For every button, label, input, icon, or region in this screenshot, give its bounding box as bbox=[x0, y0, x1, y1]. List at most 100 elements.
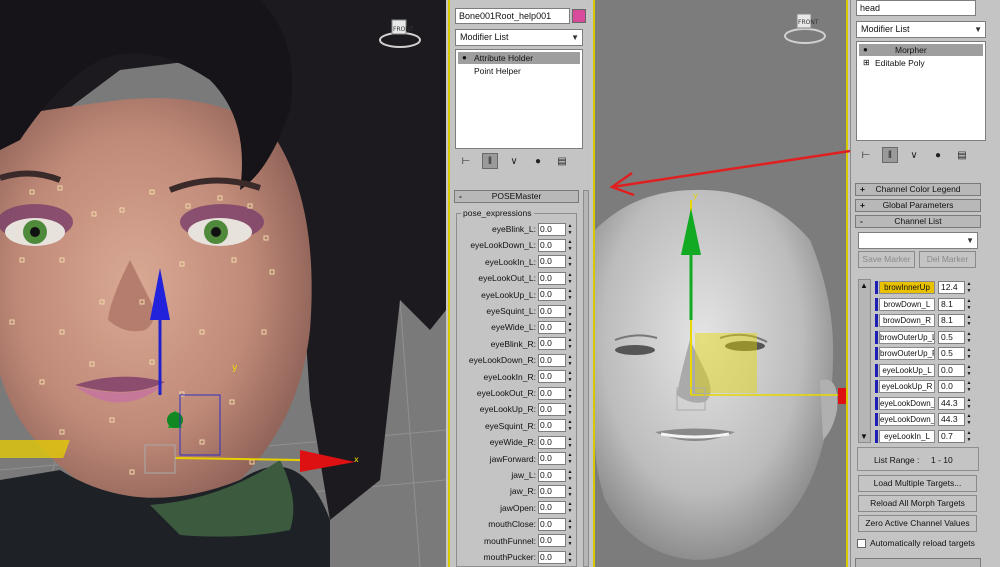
spinner-icon[interactable]: ▲ ▼ bbox=[965, 347, 973, 360]
spinner-icon[interactable]: ▲ ▼ bbox=[965, 331, 973, 344]
spinner-icon[interactable]: ▲ ▼ bbox=[965, 364, 973, 377]
channel-value-field[interactable]: 0.0 bbox=[938, 380, 965, 393]
param-value-field[interactable]: 0.0 bbox=[538, 353, 566, 367]
del-marker-button[interactable]: Del Marker bbox=[919, 251, 976, 268]
channel-button[interactable]: eyeLookDown_L bbox=[879, 396, 935, 410]
expand-icon[interactable]: ⊞ bbox=[863, 57, 870, 69]
channel-button[interactable]: browOuterUp_L bbox=[879, 330, 935, 344]
channel-button[interactable]: browDown_L bbox=[879, 297, 935, 311]
make-unique-icon[interactable]: ∨ bbox=[906, 147, 922, 163]
param-value-field[interactable]: 0.0 bbox=[538, 534, 566, 548]
save-marker-button[interactable]: Save Marker bbox=[858, 251, 915, 268]
param-value-field[interactable]: 0.0 bbox=[538, 517, 566, 531]
spinner-icon[interactable]: ▲ ▼ bbox=[965, 430, 973, 443]
rollout-channel-color-legend[interactable]: + Channel Color Legend bbox=[855, 183, 981, 196]
spinner-icon[interactable]: ▲ ▼ bbox=[965, 298, 973, 311]
rollout-partial[interactable] bbox=[855, 558, 981, 567]
channel-value-field[interactable]: 0.0 bbox=[938, 363, 965, 377]
spinner-icon[interactable]: ▲ ▼ bbox=[566, 403, 574, 416]
param-value-field[interactable]: 0.0 bbox=[538, 304, 566, 318]
channel-scrollbar[interactable]: ▲ ▼ bbox=[858, 279, 871, 443]
channel-value-field[interactable]: 8.1 bbox=[938, 297, 965, 311]
param-value-field[interactable]: 0.0 bbox=[538, 337, 566, 351]
show-end-result-icon[interactable]: ‖ bbox=[882, 147, 898, 163]
spinner-icon[interactable]: ▲ ▼ bbox=[566, 501, 574, 514]
channel-value-field[interactable]: 44.3 bbox=[938, 413, 965, 426]
channel-button[interactable]: eyeLookUp_R bbox=[879, 380, 935, 393]
param-value-field[interactable]: 0.0 bbox=[538, 238, 566, 252]
channel-value-field[interactable]: 44.3 bbox=[938, 396, 965, 410]
rollout-global-parameters[interactable]: + Global Parameters bbox=[855, 199, 981, 212]
lightbulb-icon[interactable]: ● bbox=[462, 52, 467, 64]
channel-button[interactable]: browOuterUp_R bbox=[879, 347, 935, 360]
spinner-icon[interactable]: ▲ ▼ bbox=[965, 397, 973, 410]
param-value-field[interactable]: 0.0 bbox=[538, 386, 566, 400]
channel-button[interactable]: eyeLookUp_L bbox=[879, 363, 935, 377]
remove-modifier-icon[interactable]: ● bbox=[930, 147, 946, 163]
spinner-icon[interactable]: ▲ ▼ bbox=[566, 485, 574, 498]
left-viewport[interactable]: y x FRONT bbox=[0, 0, 446, 567]
modifier-list-dropdown[interactable]: Modifier List ▼ bbox=[856, 21, 986, 38]
auto-reload-checkbox[interactable] bbox=[857, 539, 866, 548]
remove-modifier-icon[interactable]: ● bbox=[530, 153, 546, 169]
spinner-icon[interactable]: ▲ ▼ bbox=[566, 223, 574, 236]
viewcube[interactable]: FRONT bbox=[378, 10, 422, 50]
spinner-icon[interactable]: ▲ ▼ bbox=[965, 314, 973, 327]
spinner-icon[interactable]: ▲ ▼ bbox=[566, 534, 574, 547]
spinner-icon[interactable]: ▲ ▼ bbox=[566, 321, 574, 334]
spinner-icon[interactable]: ▲ ▼ bbox=[566, 255, 574, 268]
spinner-icon[interactable]: ▲ ▼ bbox=[566, 239, 574, 252]
spinner-icon[interactable]: ▲ ▼ bbox=[965, 281, 973, 294]
param-value-field[interactable]: 0.0 bbox=[538, 550, 566, 564]
modifier-list-dropdown[interactable]: Modifier List ▼ bbox=[455, 29, 583, 46]
pin-stack-icon[interactable]: ⊢ bbox=[458, 153, 474, 169]
show-end-result-icon[interactable]: ‖ bbox=[482, 153, 498, 169]
spinner-icon[interactable]: ▲ ▼ bbox=[566, 419, 574, 432]
param-value-field[interactable]: 0.0 bbox=[538, 370, 566, 384]
zero-active-channel-values-button[interactable]: Zero Active Channel Values bbox=[858, 515, 977, 532]
spinner-icon[interactable]: ▲ ▼ bbox=[566, 387, 574, 400]
load-multiple-targets-button[interactable]: Load Multiple Targets... bbox=[858, 475, 977, 492]
spinner-icon[interactable]: ▲ ▼ bbox=[566, 305, 574, 318]
object-name-field[interactable]: head bbox=[856, 0, 976, 16]
reload-all-morph-targets-button[interactable]: Reload All Morph Targets bbox=[858, 495, 977, 512]
param-value-field[interactable]: 0.0 bbox=[538, 222, 566, 236]
scroll-down-icon[interactable]: ▼ bbox=[860, 432, 868, 441]
stack-item-attribute-holder[interactable]: ● Attribute Holder bbox=[458, 52, 580, 64]
spinner-icon[interactable]: ▲ ▼ bbox=[566, 370, 574, 383]
panel-scrollbar[interactable] bbox=[583, 190, 589, 567]
object-name-field[interactable]: Bone001Root_help001 bbox=[455, 8, 570, 24]
param-value-field[interactable]: 0.0 bbox=[538, 255, 566, 269]
spinner-icon[interactable]: ▲ ▼ bbox=[566, 337, 574, 350]
scroll-up-icon[interactable]: ▲ bbox=[860, 281, 868, 290]
right-viewport[interactable]: y FRONT bbox=[593, 0, 848, 567]
rollout-channel-list[interactable]: - Channel List bbox=[855, 215, 981, 228]
channel-button[interactable]: browDown_R bbox=[879, 314, 935, 327]
spinner-icon[interactable]: ▲ ▼ bbox=[566, 288, 574, 301]
configure-sets-icon[interactable]: ▤ bbox=[554, 153, 570, 169]
make-unique-icon[interactable]: ∨ bbox=[506, 153, 522, 169]
spinner-icon[interactable]: ▲ ▼ bbox=[566, 436, 574, 449]
channel-button[interactable]: eyeLookDown_R bbox=[879, 413, 935, 426]
lightbulb-icon[interactable]: ● bbox=[863, 44, 868, 56]
param-value-field[interactable]: 0.0 bbox=[538, 468, 566, 482]
param-value-field[interactable]: 0.0 bbox=[538, 419, 566, 433]
channel-button[interactable]: browInnerUp bbox=[879, 281, 935, 294]
channel-value-field[interactable]: 0.5 bbox=[938, 330, 965, 344]
spinner-icon[interactable]: ▲ ▼ bbox=[965, 413, 973, 426]
modifier-stack[interactable]: ● Morpher ⊞ Editable Poly bbox=[856, 41, 986, 141]
stack-item-morpher[interactable]: ● Morpher bbox=[859, 44, 983, 56]
param-value-field[interactable]: 0.0 bbox=[538, 320, 566, 334]
spinner-icon[interactable]: ▲ ▼ bbox=[566, 469, 574, 482]
viewcube[interactable]: FRONT bbox=[783, 6, 827, 46]
param-value-field[interactable]: 0.0 bbox=[538, 271, 566, 285]
stack-item-editable-poly[interactable]: ⊞ Editable Poly bbox=[859, 57, 983, 69]
spinner-icon[interactable]: ▲ ▼ bbox=[566, 452, 574, 465]
channel-value-field[interactable]: 0.5 bbox=[938, 347, 965, 360]
param-value-field[interactable]: 0.0 bbox=[538, 402, 566, 416]
object-color-swatch[interactable] bbox=[572, 9, 586, 23]
param-value-field[interactable]: 0.0 bbox=[538, 452, 566, 466]
pin-stack-icon[interactable]: ⊢ bbox=[858, 147, 874, 163]
spinner-icon[interactable]: ▲ ▼ bbox=[965, 380, 973, 393]
channel-value-field[interactable]: 12.4 bbox=[938, 281, 965, 294]
